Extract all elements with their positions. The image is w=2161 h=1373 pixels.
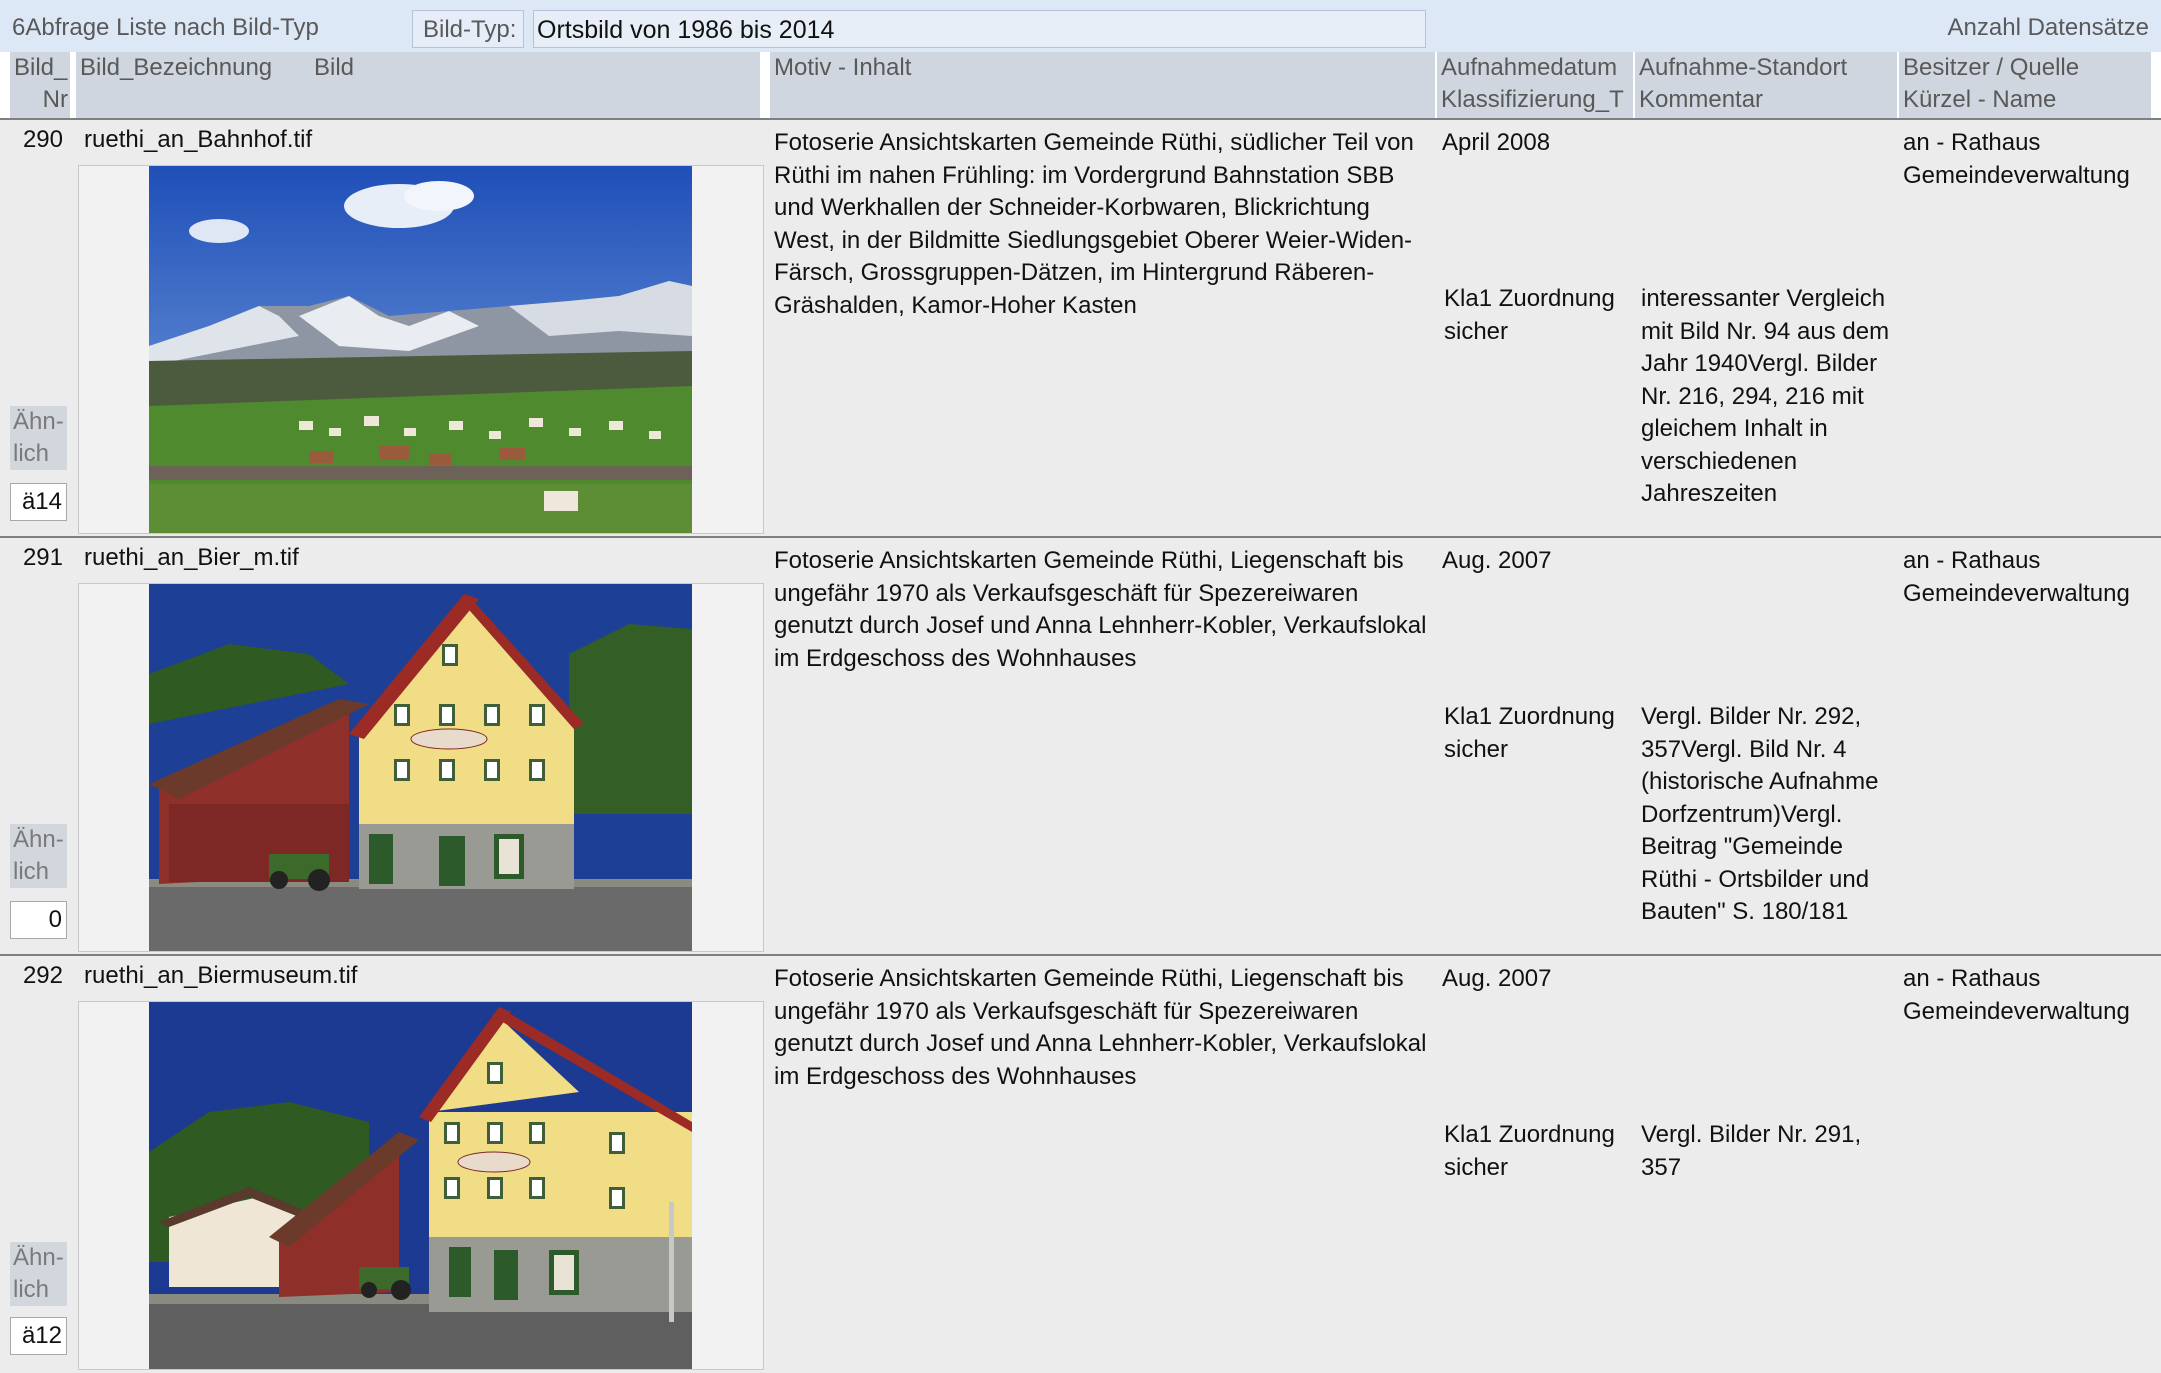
similar-label: Ähn- lich	[10, 406, 67, 470]
aufnahmedatum: April 2008	[1442, 129, 1551, 156]
image-frame	[78, 165, 764, 534]
klassifizierung: Kla1 Zuordnung sicher	[1444, 703, 1615, 763]
report-title: 6Abfrage Liste nach Bild-Typ	[12, 14, 319, 41]
bild-bezeichnung[interactable]: ruethi_an_Bahnhof.tif	[84, 124, 312, 157]
column-header-nr-line2: Nr	[42, 86, 68, 113]
similar-count-field[interactable]: ä12	[10, 1317, 67, 1355]
klassifizierung: Kla1 Zuordnung sicher	[1444, 285, 1615, 345]
similar-count-field[interactable]: 0	[10, 901, 67, 939]
similar-label-line1: Ähn-	[13, 408, 64, 435]
column-header-nr-line1: Bild_	[14, 54, 68, 81]
besitzer: an - Rathaus Gemeindeverwaltung	[1903, 547, 2130, 607]
image-frame	[78, 1001, 764, 1370]
kommentar: Vergl. Bilder Nr. 291, 357	[1641, 1121, 1862, 1181]
motiv-text: Fotoserie Ansichtskarten Gemeinde Rüthi,…	[774, 965, 1427, 1090]
beer-museum-street-photo	[149, 1002, 692, 1369]
column-header-datum-line2: Klassifizierung_T	[1441, 86, 1624, 113]
column-header-bezeichnung-label: Bild_Bezeichnung	[80, 54, 273, 81]
bild-nr: 291	[22, 544, 63, 571]
similar-label-line1: Ähn-	[13, 1244, 64, 1271]
besitzer: an - Rathaus Gemeindeverwaltung	[1903, 965, 2130, 1025]
kommentar: Vergl. Bilder Nr. 292, 357Vergl. Bild Nr…	[1641, 703, 1879, 925]
mountain-village-photo	[149, 166, 692, 533]
column-header-nr: Bild_ Nr	[10, 52, 70, 118]
column-header-bild-label: Bild	[314, 54, 355, 81]
column-header-datum-line1: Aufnahmedatum	[1441, 54, 1618, 81]
similar-count-field[interactable]: ä14	[10, 483, 67, 521]
motiv-text: Fotoserie Ansichtskarten Gemeinde Rüthi,…	[774, 547, 1427, 672]
column-header-motiv-label: Motiv - Inhalt	[774, 54, 912, 81]
record-count-label: Anzahl Datensätze	[1947, 14, 2149, 41]
besitzer: an - Rathaus Gemeindeverwaltung	[1903, 129, 2130, 189]
bild-bezeichnung[interactable]: ruethi_an_Bier_m.tif	[84, 542, 299, 575]
bild-nr: 290	[22, 126, 63, 153]
column-header-besitzer: Besitzer / Quelle Kürzel - Name	[1899, 52, 2151, 118]
column-header-datum: Aufnahmedatum Klassifizierung_T	[1437, 52, 1633, 118]
similar-label-line1: Ähn-	[13, 826, 64, 853]
column-header-standort-line1: Aufnahme-Standort	[1639, 54, 1848, 81]
filter-value-field[interactable]: Ortsbild von 1986 bis 2014	[533, 10, 1426, 48]
column-header-standort-line2: Kommentar	[1639, 86, 1764, 113]
table-row[interactable]: 292 ruethi_an_Biermuseum.tif Ähn- lich ä…	[0, 956, 2161, 1373]
aufnahmedatum: Aug. 2007	[1442, 547, 1552, 574]
filter-label: Bild-Typ:	[412, 10, 524, 48]
similar-label-line2: lich	[13, 440, 50, 467]
column-header-bezeichnung: Bild_Bezeichnung Bild	[76, 52, 760, 118]
image-frame	[78, 583, 764, 952]
similar-label-line2: lich	[13, 1276, 50, 1303]
table-row[interactable]: 290 ruethi_an_Bahnhof.tif Ähn- lich ä14 …	[0, 120, 2161, 537]
kommentar: interessanter Vergleich mit Bild Nr. 94 …	[1641, 285, 1890, 507]
column-header-besitzer-line1: Besitzer / Quelle	[1903, 54, 2080, 81]
beer-museum-house-photo	[149, 584, 692, 951]
similar-label-line2: lich	[13, 858, 50, 885]
column-header-besitzer-line2: Kürzel - Name	[1903, 86, 2057, 113]
column-header-motiv: Motiv - Inhalt	[770, 52, 1435, 118]
similar-label: Ähn- lich	[10, 824, 67, 888]
column-header-standort: Aufnahme-Standort Kommentar	[1635, 52, 1897, 118]
table-row[interactable]: 291 ruethi_an_Bier_m.tif Ähn- lich 0 Fot…	[0, 538, 2161, 955]
klassifizierung: Kla1 Zuordnung sicher	[1444, 1121, 1615, 1181]
aufnahmedatum: Aug. 2007	[1442, 965, 1552, 992]
motiv-text: Fotoserie Ansichtskarten Gemeinde Rüthi,…	[774, 129, 1414, 319]
bild-nr: 292	[22, 962, 63, 989]
similar-label: Ähn- lich	[10, 1242, 67, 1306]
bild-bezeichnung[interactable]: ruethi_an_Biermuseum.tif	[84, 960, 357, 993]
